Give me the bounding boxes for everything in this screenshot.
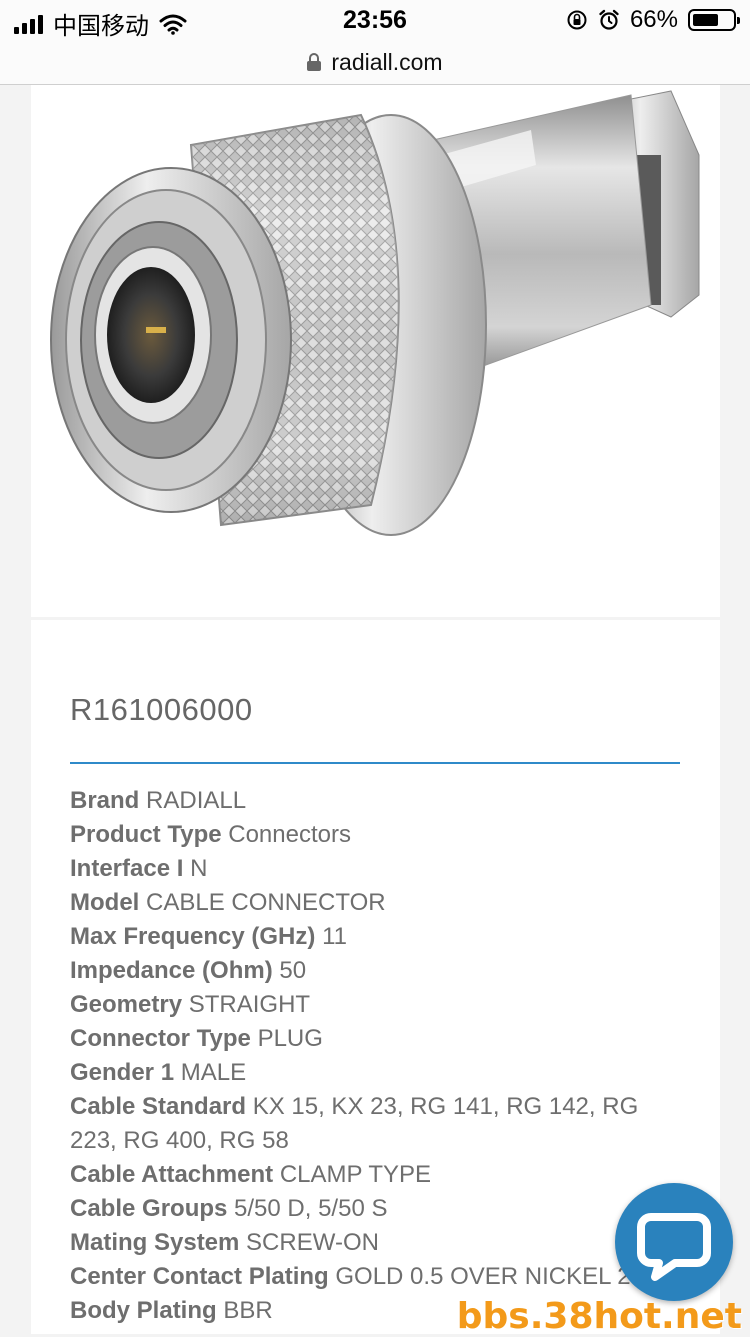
- address-bar[interactable]: radiall.com: [0, 40, 750, 85]
- spec-value: RADIALL: [146, 787, 247, 814]
- spec-label: Cable Standard: [70, 1093, 247, 1120]
- watermark-text: bbs.38hot.net: [456, 1296, 742, 1337]
- product-image-card: [31, 85, 720, 617]
- chat-button[interactable]: [615, 1183, 733, 1301]
- spec-label: Cable Attachment: [70, 1161, 274, 1188]
- battery-icon: [688, 9, 740, 31]
- spec-value: PLUG: [257, 1025, 323, 1052]
- url-domain[interactable]: radiall.com: [331, 49, 442, 76]
- spec-value: 5/50 D, 5/50 S: [234, 1195, 388, 1222]
- spec-value: CLAMP TYPE: [279, 1161, 431, 1188]
- spec-value: Connectors: [228, 821, 351, 848]
- chat-bubble-icon: [637, 1213, 711, 1281]
- spec-row: Center Contact Plating GOLD 0.5 OVER NIC…: [70, 1260, 690, 1294]
- battery-percent: 66%: [629, 6, 678, 33]
- spec-row: Model CABLE CONNECTOR: [70, 886, 690, 920]
- orientation-lock-icon: [567, 10, 587, 30]
- spec-value: BBR: [223, 1297, 273, 1324]
- spec-value: 50: [279, 957, 307, 984]
- spec-row: Gender 1 MALE: [70, 1056, 690, 1090]
- spec-label: Impedance (Ohm): [70, 957, 273, 984]
- spec-row: Cable Attachment CLAMP TYPE: [70, 1158, 690, 1192]
- spec-row: Geometry STRAIGHT: [70, 988, 690, 1022]
- spec-label: Model: [70, 889, 140, 916]
- spec-label: Product Type: [70, 821, 222, 848]
- spec-label: Mating System: [70, 1229, 240, 1256]
- spec-label: Cable Groups: [70, 1195, 228, 1222]
- spec-list: Brand RADIALL Product Type Connectors In…: [70, 784, 690, 1328]
- spec-row: Impedance (Ohm) 50: [70, 954, 690, 988]
- battery-fill: [693, 14, 718, 26]
- spec-label: Interface I: [70, 855, 184, 882]
- spec-value: SCREW-ON: [246, 1229, 379, 1256]
- spec-label: Connector Type: [70, 1025, 251, 1052]
- lock-icon: [307, 53, 322, 71]
- spec-label: Gender 1: [70, 1059, 175, 1086]
- spec-row: Product Type Connectors: [70, 818, 690, 852]
- spec-value: STRAIGHT: [188, 991, 311, 1018]
- spec-value: CABLE CONNECTOR: [146, 889, 386, 916]
- spec-label: Brand: [70, 787, 140, 814]
- spec-value: GOLD 0.5 OVER NICKEL 2: [335, 1263, 631, 1290]
- spec-row: Interface I N: [70, 852, 690, 886]
- spec-label: Geometry: [70, 991, 183, 1018]
- spec-row: Connector Type PLUG: [70, 1022, 690, 1056]
- spec-row: Mating System SCREW-ON: [70, 1226, 690, 1260]
- spec-label: Body Plating: [70, 1297, 217, 1324]
- spec-row: Brand RADIALL: [70, 784, 690, 818]
- spec-row: Cable Standard KX 15, KX 23, RG 141, RG …: [70, 1090, 690, 1158]
- spec-value: N: [190, 855, 208, 882]
- product-image: [50, 90, 700, 536]
- part-number: R161006000: [70, 692, 253, 727]
- spec-value: MALE: [180, 1059, 247, 1086]
- status-right: 66%: [566, 6, 740, 34]
- spec-label: Center Contact Plating: [70, 1263, 329, 1290]
- spec-label: Max Frequency (GHz): [70, 923, 316, 950]
- alarm-icon: [599, 9, 619, 30]
- spec-row: Cable Groups 5/50 D, 5/50 S: [70, 1192, 690, 1226]
- title-divider: [70, 762, 680, 764]
- spec-row: Max Frequency (GHz) 11: [70, 920, 690, 954]
- spec-value: 11: [322, 923, 347, 950]
- status-bar: 中国移动 23:56 66%: [0, 0, 750, 40]
